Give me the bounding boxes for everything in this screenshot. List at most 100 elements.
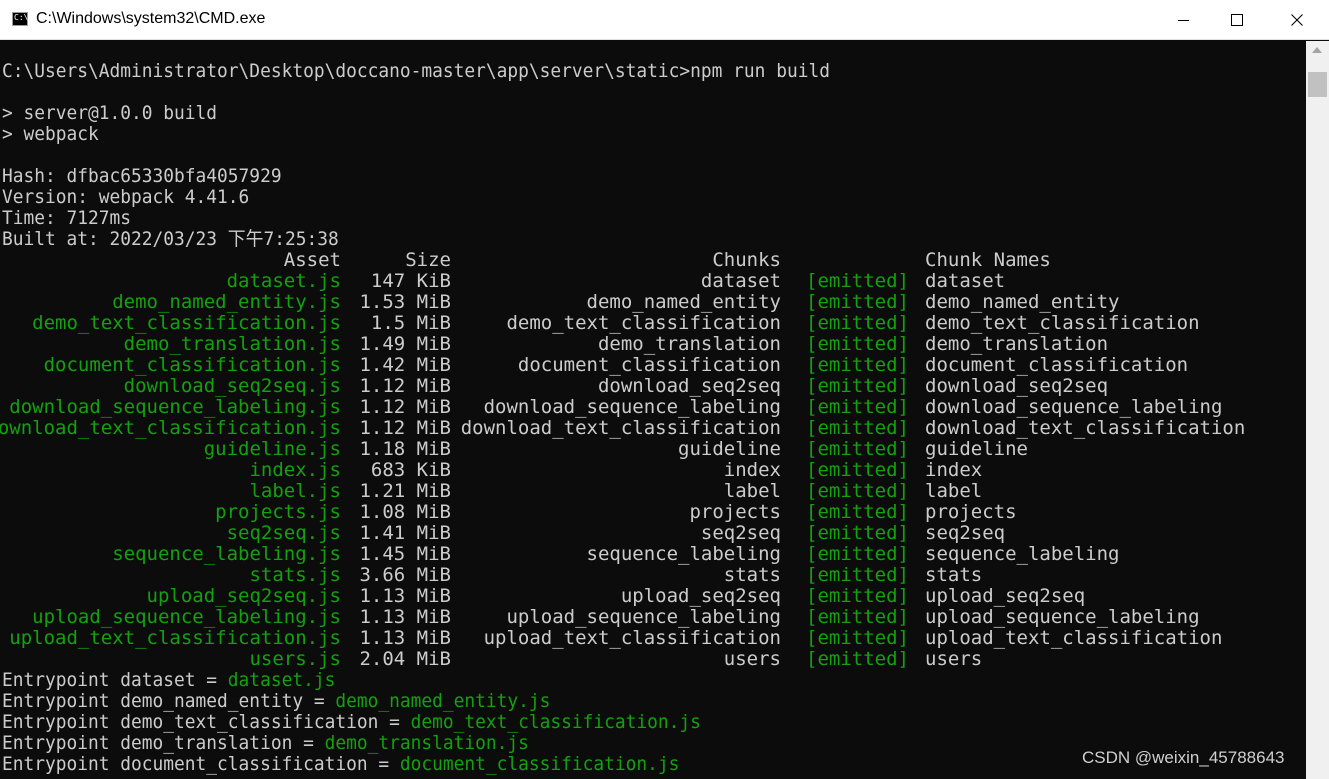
asset-file: seq2seq.js (226, 522, 341, 544)
maximize-button[interactable] (1208, 0, 1266, 40)
asset-file: projects.js (215, 501, 341, 523)
entrypoint-label: Entrypoint demo_named_entity = (2, 690, 336, 712)
asset-size: 1.53 MiB (359, 291, 451, 313)
chunk-name: upload_sequence_labeling (925, 606, 1200, 628)
chunk-name: dataset (925, 270, 1006, 292)
asset-chunk: users (723, 648, 781, 670)
chunks-header: Chunks (712, 249, 781, 271)
asset-size: 1.13 MiB (359, 627, 451, 649)
emitted-status: [emitted] (806, 291, 909, 313)
asset-file: users.js (249, 648, 341, 670)
emitted-status: [emitted] (806, 396, 909, 418)
entrypoint-label: Entrypoint demo_translation = (2, 732, 325, 754)
command-line: C:\Users\Administrator\Desktop\doccano-m… (2, 60, 830, 82)
entrypoint-line: Entrypoint dataset = dataset.js (2, 670, 335, 691)
asset-header: Asset (283, 249, 341, 271)
entrypoint-line: Entrypoint demo_text_classification = de… (2, 712, 701, 733)
asset-chunk: document_classification (517, 354, 781, 376)
chunk-name: label (925, 480, 983, 502)
chunk-name: index (925, 459, 983, 481)
emitted-status: [emitted] (806, 627, 909, 649)
chunk-names-header: Chunk Names (925, 249, 1051, 271)
hash-line: Hash: dfbac65330bfa4057929 (2, 165, 282, 187)
asset-chunk: download_sequence_labeling (483, 396, 781, 418)
emitted-status: [emitted] (806, 648, 909, 670)
entrypoint-label: Entrypoint dataset = (2, 669, 228, 691)
emitted-status: [emitted] (806, 333, 909, 355)
entrypoint-file: demo_text_classification.js (410, 711, 701, 733)
chunk-name: sequence_labeling (925, 543, 1120, 565)
scroll-thumb[interactable] (1308, 72, 1327, 97)
emitted-status: [emitted] (806, 312, 909, 334)
asset-size: 2.04 MiB (359, 648, 451, 670)
title-bar[interactable]: C:\ C:\Windows\system32\CMD.exe (0, 0, 1329, 40)
window-title: C:\Windows\system32\CMD.exe (36, 10, 266, 27)
chunk-name: stats (925, 564, 983, 586)
asset-chunk: seq2seq (700, 522, 781, 544)
asset-size: 1.12 MiB (359, 396, 451, 418)
entrypoint-label: Entrypoint demo_text_classification = (2, 711, 411, 733)
asset-chunk: guideline (678, 438, 781, 460)
asset-file: download_sequence_labeling.js (9, 396, 341, 418)
asset-file: index.js (249, 459, 341, 481)
chunk-name: demo_translation (925, 333, 1109, 355)
asset-file: upload_sequence_labeling.js (32, 606, 341, 628)
emitted-status: [emitted] (806, 522, 909, 544)
asset-chunk: sequence_labeling (586, 543, 781, 565)
asset-file: demo_text_classification.js (32, 312, 341, 334)
asset-chunk: demo_named_entity (586, 291, 781, 313)
asset-chunk: upload_text_classification (483, 627, 781, 649)
console-output[interactable]: C:\Users\Administrator\Desktop\doccano-m… (0, 41, 1306, 779)
close-button[interactable] (1268, 0, 1326, 40)
asset-size: 1.41 MiB (359, 522, 451, 544)
asset-size: 1.12 MiB (359, 417, 451, 439)
emitted-status: [emitted] (806, 564, 909, 586)
entrypoint-label: Entrypoint document_classification = (2, 753, 400, 775)
asset-chunk: label (723, 480, 781, 502)
chunk-name: document_classification (925, 354, 1189, 376)
asset-chunk: download_text_classification (460, 417, 781, 439)
asset-chunk: demo_translation (597, 333, 781, 355)
emitted-status: [emitted] (806, 417, 909, 439)
chunk-name: projects (925, 501, 1017, 523)
version-line: Version: webpack 4.41.6 (2, 186, 250, 208)
emitted-status: [emitted] (806, 543, 909, 565)
chunk-name: seq2seq (925, 522, 1006, 544)
chunk-name: download_seq2seq (925, 375, 1109, 397)
asset-size: 683 KiB (370, 459, 451, 481)
asset-file: download_text_classification.js (0, 417, 341, 439)
close-icon (1291, 14, 1303, 26)
npm-line: > server@1.0.0 build (2, 102, 218, 124)
asset-file: download_seq2seq.js (123, 375, 341, 397)
maximize-icon (1231, 14, 1243, 26)
asset-size: 1.08 MiB (359, 501, 451, 523)
asset-file: upload_text_classification.js (9, 627, 341, 649)
emitted-status: [emitted] (806, 480, 909, 502)
asset-file: dataset.js (226, 270, 341, 292)
chunk-name: upload_seq2seq (925, 585, 1086, 607)
asset-size: 1.42 MiB (359, 354, 451, 376)
asset-file: upload_seq2seq.js (146, 585, 341, 607)
emitted-status: [emitted] (806, 438, 909, 460)
emitted-status: [emitted] (806, 375, 909, 397)
entrypoint-file: dataset.js (227, 669, 336, 691)
entrypoint-file: demo_translation.js (324, 732, 529, 754)
chunk-name: download_sequence_labeling (925, 396, 1223, 418)
scroll-up-arrow-icon[interactable] (1312, 47, 1322, 53)
asset-chunk: download_seq2seq (597, 375, 781, 397)
asset-chunk: dataset (700, 270, 781, 292)
asset-file: demo_named_entity.js (112, 291, 341, 313)
asset-chunk: demo_text_classification (506, 312, 781, 334)
chunk-name: demo_named_entity (925, 291, 1120, 313)
asset-chunk: index (723, 459, 781, 481)
vertical-scrollbar[interactable] (1306, 41, 1329, 779)
emitted-status: [emitted] (806, 606, 909, 628)
emitted-status: [emitted] (806, 459, 909, 481)
asset-file: stats.js (249, 564, 341, 586)
minimize-button[interactable] (1154, 0, 1212, 40)
asset-chunk: projects (689, 501, 781, 523)
size-header: Size (405, 249, 451, 271)
minimize-icon (1177, 19, 1189, 21)
asset-file: sequence_labeling.js (112, 543, 341, 565)
built-line: Built at: 2022/03/23 下午7:25:38 (2, 228, 339, 250)
